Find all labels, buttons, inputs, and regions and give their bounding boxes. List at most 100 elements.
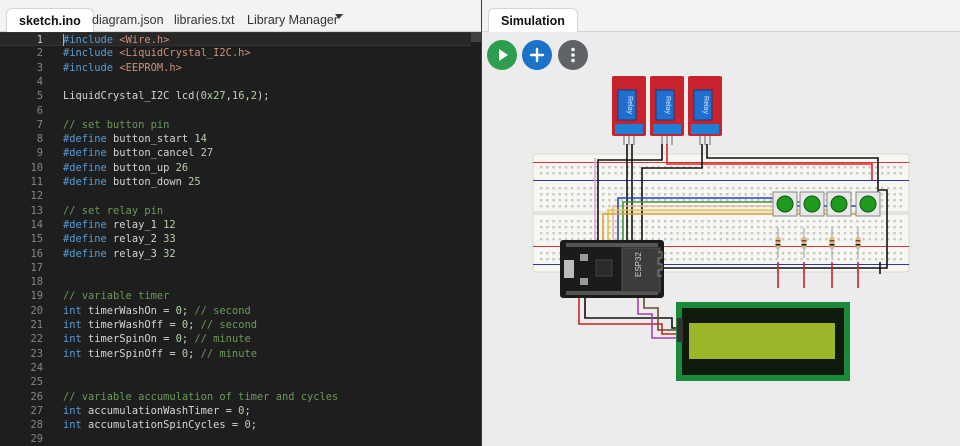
line-number: 16 — [30, 247, 43, 260]
line-number: 27 — [30, 404, 43, 417]
editor-scrollbar-thumb[interactable] — [471, 32, 481, 42]
code-line[interactable]: 2 #include <LiquidCrystal_I2C.h> — [0, 46, 481, 60]
code-token: button_start — [113, 133, 195, 146]
code-line[interactable]: 13 // set relay pin — [0, 204, 481, 218]
line-number: 7 — [36, 118, 43, 131]
code-token: button_up — [113, 161, 176, 174]
code-line[interactable]: 3 #include <EEPROM.h> — [0, 61, 481, 75]
code-line[interactable]: 22 int timerSpinOn = 0; // minute — [0, 332, 481, 346]
code-line[interactable]: 29 — [0, 432, 481, 446]
code-text: #include <Wire.h> — [63, 33, 169, 47]
code-line[interactable]: 26 // variable accumulation of timer and … — [0, 390, 481, 404]
line-number: 29 — [30, 433, 43, 446]
line-number: 19 — [30, 290, 43, 303]
play-icon — [499, 49, 508, 61]
code-text: int timerWashOn = 0; // second — [63, 304, 251, 318]
code-token: button_down — [113, 176, 189, 188]
push-buttons — [772, 191, 881, 217]
code-line[interactable]: 8 #define button_start 14 — [0, 132, 481, 146]
lcd-display[interactable] — [676, 302, 850, 381]
code-text: // variable accumulation of timer and cy… — [63, 390, 338, 404]
code-line[interactable]: 17 — [0, 261, 481, 275]
simulation-panel: Relay Relay Relay ESP32 — [482, 32, 960, 446]
relay-label: Relay — [664, 96, 671, 114]
line-number: 17 — [30, 261, 43, 274]
code-line[interactable]: 15 #define relay_2 33 — [0, 232, 481, 246]
code-text: // variable timer — [63, 289, 169, 303]
code-token: #include — [63, 47, 120, 60]
simulation-tab-bar: Simulation — [482, 0, 960, 32]
line-number: 9 — [36, 147, 43, 160]
code-token: 32 — [163, 247, 176, 260]
code-line[interactable]: 21 int timerWashOff = 0; // second — [0, 318, 481, 332]
code-line[interactable]: 20 int timerWashOn = 0; // second — [0, 304, 481, 318]
code-text: // set relay pin — [63, 204, 163, 218]
more-vertical-icon — [571, 47, 575, 63]
code-line[interactable]: 16 #define relay_3 32 — [0, 247, 481, 261]
more-options-button[interactable] — [558, 40, 588, 70]
code-line[interactable]: 10 #define button_up 26 — [0, 161, 481, 175]
code-line[interactable]: 14 #define relay_1 12 — [0, 218, 481, 232]
push-button — [772, 191, 798, 217]
relay-label: Relay — [626, 96, 633, 114]
code-line[interactable]: 28 int accumulationSpinCycles = 0; — [0, 418, 481, 432]
add-part-button[interactable] — [522, 40, 552, 70]
code-token: int — [63, 304, 89, 317]
line-number: 15 — [30, 233, 43, 246]
code-token: ; — [244, 404, 251, 417]
code-line[interactable]: 4 — [0, 75, 481, 89]
code-text: int accumulationWashTimer = 0; — [63, 404, 251, 418]
code-token: #define — [63, 161, 114, 174]
code-text: int timerSpinOff = 0; // minute — [63, 347, 257, 361]
code-text: #define button_up 26 — [63, 161, 188, 175]
line-number: 23 — [30, 347, 43, 360]
code-token: 33 — [163, 233, 176, 246]
code-line[interactable]: 6 — [0, 104, 481, 118]
code-line[interactable]: 27 int accumulationWashTimer = 0; — [0, 404, 481, 418]
code-line[interactable]: 18 — [0, 275, 481, 289]
code-token: relay_2 — [113, 233, 164, 246]
code-token: 12 — [163, 218, 176, 231]
code-token: // set button pin — [63, 118, 170, 131]
code-line[interactable]: 9 #define button_cancel 27 — [0, 146, 481, 160]
code-line[interactable]: 11 #define button_down 25 — [0, 175, 481, 189]
line-number: 10 — [30, 161, 43, 174]
chevron-down-icon[interactable] — [335, 14, 343, 19]
editor-scrollbar[interactable] — [471, 32, 481, 446]
code-line[interactable]: 24 — [0, 361, 481, 375]
line-number: 6 — [36, 104, 43, 117]
relay-modules: Relay Relay Relay — [612, 76, 722, 145]
tab-simulation[interactable]: Simulation — [488, 8, 578, 32]
relay-module: Relay — [650, 76, 684, 145]
start-simulation-button[interactable] — [487, 40, 517, 70]
code-token: 26 — [175, 161, 189, 174]
esp32-board[interactable]: ESP32 — [560, 240, 664, 298]
code-line[interactable]: 19 // variable timer — [0, 289, 481, 303]
line-number: 20 — [30, 304, 43, 317]
code-text: #define button_down 25 — [63, 175, 201, 189]
code-text: #define relay_2 33 — [63, 232, 176, 246]
code-line[interactable]: 23 int timerSpinOff = 0; // minute — [0, 347, 481, 361]
code-token: timerSpinOn = — [88, 333, 176, 346]
code-text: #define button_cancel 27 — [63, 146, 213, 160]
code-token: <Wire.h> — [119, 34, 170, 46]
code-line[interactable]: 1 #include <Wire.h> — [0, 32, 481, 47]
code-editor[interactable]: 1 #include <Wire.h> 2 #include <LiquidCryst… — [0, 32, 481, 446]
code-text: #define relay_1 12 — [63, 218, 176, 232]
code-token: int — [63, 333, 89, 346]
text-cursor — [63, 34, 64, 46]
tab-library-manager[interactable]: Library Manager — [235, 8, 350, 32]
code-line[interactable]: 12 — [0, 189, 481, 203]
code-token: // set relay pin — [63, 204, 164, 217]
code-token: int — [63, 404, 89, 417]
code-text: int timerSpinOn = 0; // minute — [63, 332, 251, 346]
code-token: #define — [63, 133, 114, 146]
tab-libraries-txt[interactable]: libraries.txt — [162, 8, 246, 32]
code-token: #define — [63, 218, 114, 231]
code-token: int — [63, 319, 89, 331]
code-line[interactable]: 5 LiquidCrystal_I2C lcd(0x27,16,2); — [0, 89, 481, 103]
code-line[interactable]: 25 — [0, 375, 481, 389]
code-line[interactable]: 7 // set button pin — [0, 118, 481, 132]
line-number: 2 — [36, 47, 43, 60]
code-token: button_cancel — [113, 147, 201, 160]
